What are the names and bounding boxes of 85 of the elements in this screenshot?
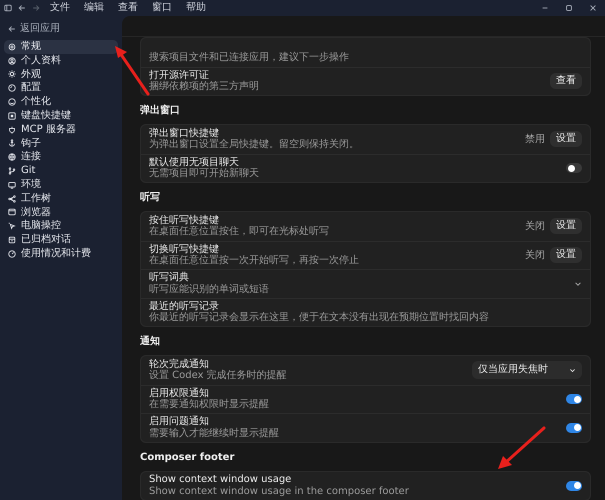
status-label: 关闭 bbox=[525, 248, 545, 263]
settings-button[interactable]: 设置 bbox=[550, 131, 582, 148]
setting-description: 无需项目即可开始新聊天 bbox=[149, 168, 260, 180]
sidebar-item[interactable]: 工作树 bbox=[4, 192, 118, 206]
toggle-switch[interactable] bbox=[566, 394, 582, 404]
menu-item[interactable]: 窗口 bbox=[148, 2, 176, 14]
setting-title: 启用问题通知 bbox=[149, 416, 210, 428]
setting-title: 轮次完成通知 bbox=[149, 358, 209, 370]
setting-title: 弹出窗口快捷键 bbox=[149, 128, 219, 139]
menu-item[interactable]: 编辑 bbox=[80, 2, 108, 14]
sidebar-item[interactable]: 浏览器 bbox=[4, 206, 118, 220]
sidebar-item[interactable]: 使用情况和计费 bbox=[4, 246, 118, 261]
sidebar-item[interactable]: 键盘快捷键 bbox=[4, 108, 118, 123]
section-heading: 听写 bbox=[140, 192, 161, 204]
sidebar-item[interactable]: 已归档对话 bbox=[4, 233, 118, 247]
settings-button[interactable]: 查看 bbox=[550, 73, 582, 90]
plug-icon bbox=[8, 126, 16, 134]
setting-description: 听写应能识别的单词或短语 bbox=[149, 284, 270, 296]
sidebar-item[interactable]: 外观 bbox=[4, 68, 118, 82]
dial-icon bbox=[8, 84, 16, 92]
setting-title: 按住听写快捷键 bbox=[149, 214, 219, 226]
status-label: 关闭 bbox=[525, 220, 545, 234]
globe-icon bbox=[8, 153, 16, 162]
sidebar-item[interactable]: 环境 bbox=[4, 178, 118, 192]
setting-title: Show context window usage bbox=[149, 474, 292, 486]
menu-item[interactable]: 帮助 bbox=[182, 2, 210, 14]
back-link[interactable]: 返回应用 bbox=[4, 20, 118, 40]
setting-description: Show context window usage in the composer footer bbox=[149, 486, 410, 498]
anchor-icon bbox=[8, 139, 16, 148]
sun-icon bbox=[8, 70, 16, 78]
dropdown-select[interactable]: 仅当应用失焦时 bbox=[472, 361, 582, 380]
tree-nodes-icon bbox=[8, 194, 16, 203]
gauge-icon bbox=[8, 250, 16, 258]
back-arrow-icon bbox=[8, 25, 16, 33]
close-icon[interactable] bbox=[589, 4, 597, 12]
restore-icon[interactable] bbox=[565, 4, 573, 12]
toggle-switch[interactable] bbox=[566, 163, 582, 174]
setting-title: 最近的听写记录 bbox=[149, 300, 220, 312]
setting-description: 需要输入才能继续时显示提醒 bbox=[149, 428, 280, 440]
setting-title: 切换听写快捷键 bbox=[149, 244, 219, 255]
setting-title: 默认使用无项目聊天 bbox=[149, 156, 239, 168]
setting-title: 启用权限通知 bbox=[149, 388, 210, 399]
settings-button[interactable]: 设置 bbox=[550, 247, 582, 264]
forward-arrow-icon[interactable] bbox=[32, 4, 40, 12]
setting-description: 搜索项目文件和已连接应用，建议下一步操作 bbox=[149, 52, 350, 64]
sidebar-item[interactable]: 个人资料 bbox=[4, 54, 118, 68]
branch-icon bbox=[8, 167, 16, 176]
section-heading: 通知 bbox=[140, 336, 161, 348]
toggle-switch[interactable] bbox=[566, 422, 582, 433]
setting-description: 设置 Codex 完成任务时的提醒 bbox=[149, 370, 288, 382]
chevron-icon bbox=[569, 366, 576, 374]
setting-description: 捆绑依赖项的第三方声明 bbox=[149, 81, 260, 93]
sidebar-toggle-icon[interactable] bbox=[4, 4, 12, 12]
setting-description: 在桌面任意位置按住，即可在光标处听写 bbox=[149, 226, 330, 238]
archive-icon bbox=[8, 236, 16, 244]
menu-item[interactable]: 文件 bbox=[46, 2, 74, 14]
cursor-sparkle-icon bbox=[8, 222, 16, 230]
setting-title: 听写词典 bbox=[149, 272, 190, 284]
setting-description: 在需要通知权限时显示提醒 bbox=[149, 399, 270, 411]
settings-button[interactable]: 设置 bbox=[550, 218, 582, 234]
sidebar-item[interactable]: Git bbox=[4, 164, 118, 178]
sidebar-item[interactable]: 连接 bbox=[4, 150, 118, 164]
gear-icon bbox=[8, 42, 16, 51]
menu-item[interactable]: 查看 bbox=[114, 2, 142, 14]
browser-window-icon bbox=[8, 208, 16, 216]
sidebar-item[interactable]: 钩子 bbox=[4, 136, 118, 150]
keyboard-icon bbox=[8, 112, 16, 120]
sidebar-item[interactable]: 配置 bbox=[4, 81, 118, 96]
setting-description: 在桌面任意位置按一次开始听写，再按一次停止 bbox=[149, 255, 360, 267]
monitor-icon bbox=[8, 180, 16, 189]
back-arrow-icon[interactable] bbox=[18, 4, 26, 12]
face-circle-icon bbox=[8, 98, 16, 106]
setting-title: 打开源许可证 bbox=[149, 70, 210, 81]
sidebar-item[interactable]: 个性化 bbox=[4, 95, 118, 109]
section-heading: 弹出窗口 bbox=[140, 105, 181, 117]
sidebar-item[interactable]: MCP 服务器 bbox=[4, 122, 118, 137]
sidebar-item[interactable]: 电脑操控 bbox=[4, 219, 118, 234]
user-circle-icon bbox=[8, 56, 16, 65]
toggle-switch[interactable] bbox=[566, 480, 582, 491]
sidebar-item[interactable]: 常规 bbox=[4, 40, 118, 54]
setting-description: 为弹出窗口设置全局快捷键。留空则保持关闭。 bbox=[149, 139, 360, 151]
status-label: 禁用 bbox=[525, 132, 545, 147]
section-heading: Composer footer bbox=[140, 452, 236, 464]
setting-description: 你最近的听写记录会显示在这里，便于在文本没有出现在预期位置时找回内容 bbox=[149, 312, 490, 324]
chevron-icon[interactable] bbox=[574, 280, 582, 288]
